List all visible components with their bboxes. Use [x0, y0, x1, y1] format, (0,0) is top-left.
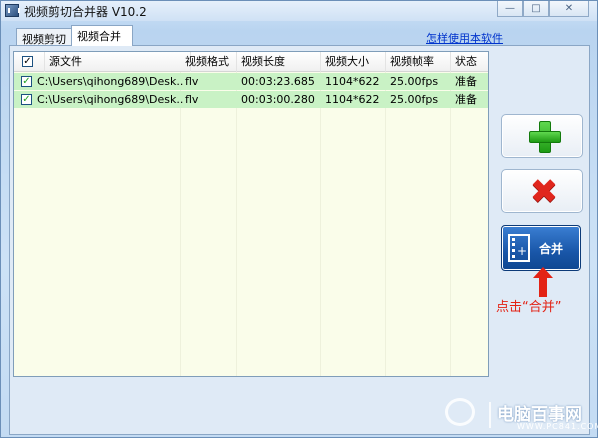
minimize-button[interactable]: — [497, 1, 523, 17]
cell-status: 准备 [455, 93, 477, 106]
film-merge-icon [508, 234, 530, 262]
title-bar: 视频剪切合并器 V10.2 — □ ✕ [1, 1, 597, 21]
merge-button[interactable]: 合并 [501, 225, 581, 271]
file-list[interactable]: ✓ 源文件 视频格式 视频长度 视频大小 视频帧率 状态 ✓ C:\Users\… [13, 51, 489, 377]
merge-button-label: 合并 [539, 242, 564, 256]
column-fps[interactable]: 视频帧率 [386, 52, 451, 72]
select-all-checkbox[interactable]: ✓ [22, 56, 33, 67]
grid-line [385, 72, 386, 376]
window-title: 视频剪切合并器 V10.2 [24, 5, 147, 19]
close-button[interactable]: ✕ [549, 1, 589, 17]
cell-source: C:\Users\qihong689\Desk... [37, 75, 183, 88]
cell-size: 1104*622 [325, 93, 380, 106]
window-controls: — □ ✕ [497, 1, 589, 19]
column-source-file[interactable]: 源文件 [45, 52, 191, 72]
watermark-divider [489, 402, 491, 428]
cell-format: flv [185, 75, 199, 88]
column-format[interactable]: 视频格式 [181, 52, 237, 72]
cell-size: 1104*622 [325, 75, 380, 88]
app-film-icon [5, 4, 20, 17]
table-row[interactable]: ✓ C:\Users\qihong689\Desk... flv 00:03:2… [14, 73, 488, 90]
watermark: 电脑百事网 WWW.PC841.COM [439, 396, 598, 436]
table-row[interactable]: ✓ C:\Users\qihong689\Desk... flv 00:03:0… [14, 91, 488, 108]
annotation-text: 点击“合并” [496, 300, 562, 315]
grid-line [320, 72, 321, 376]
tab-video-merge[interactable]: 视频合并 [71, 25, 133, 46]
column-duration[interactable]: 视频长度 [237, 52, 321, 72]
maximize-button[interactable]: □ [523, 1, 549, 17]
help-link[interactable]: 怎样使用本软件 [426, 30, 503, 46]
watermark-logo-icon [445, 398, 475, 426]
grid-line [180, 72, 181, 376]
header-check-column[interactable]: ✓ [14, 52, 45, 72]
tab-video-cut[interactable]: 视频剪切 [16, 28, 72, 46]
cell-duration: 00:03:00.280 [241, 93, 315, 106]
watermark-url: WWW.PC841.COM [517, 422, 598, 431]
cell-duration: 00:03:23.685 [241, 75, 315, 88]
file-list-header: ✓ 源文件 视频格式 视频长度 视频大小 视频帧率 状态 [14, 52, 488, 72]
grid-line [450, 72, 451, 376]
cell-fps: 25.00fps [390, 93, 439, 106]
cell-format: flv [185, 93, 199, 106]
add-file-button[interactable] [501, 114, 583, 158]
column-size[interactable]: 视频大小 [321, 52, 386, 72]
cell-source: C:\Users\qihong689\Desk... [37, 93, 183, 106]
column-status[interactable]: 状态 [451, 52, 488, 72]
plus-icon [529, 121, 561, 153]
cell-fps: 25.00fps [390, 75, 439, 88]
red-up-arrow-icon [533, 267, 553, 297]
app-window: 视频剪切合并器 V10.2 — □ ✕ 视频剪切 视频合并 怎样使用本软件 ✓ … [0, 0, 598, 438]
row-checkbox[interactable]: ✓ [21, 76, 32, 87]
cell-status: 准备 [455, 75, 477, 88]
x-icon: ✖ [529, 172, 559, 212]
remove-file-button[interactable]: ✖ [501, 169, 583, 213]
grid-line [236, 72, 237, 376]
row-checkbox[interactable]: ✓ [21, 94, 32, 105]
